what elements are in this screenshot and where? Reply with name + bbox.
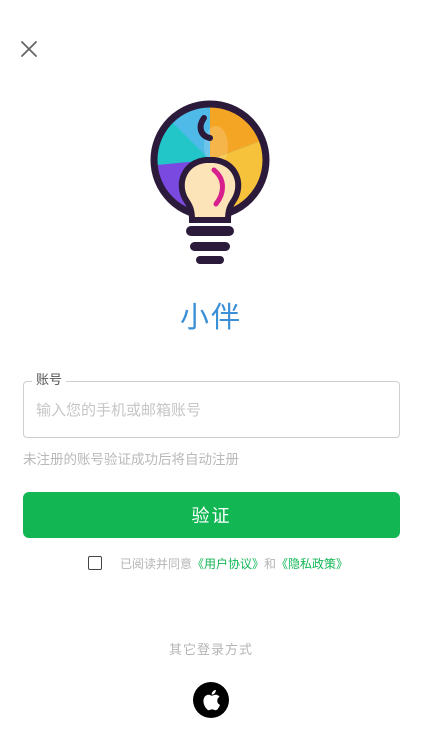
agreement-checkbox[interactable] <box>88 556 102 570</box>
apple-login-button[interactable] <box>193 682 229 718</box>
app-logo <box>146 96 274 268</box>
verify-button[interactable]: 验证 <box>23 492 400 538</box>
close-icon <box>21 41 37 57</box>
close-button[interactable] <box>18 38 40 60</box>
lightbulb-logo-icon <box>150 100 270 264</box>
privacy-policy-link[interactable]: 《隐私政策》 <box>276 557 348 571</box>
other-login-title: 其它登录方式 <box>168 643 253 658</box>
account-field[interactable]: 账号 <box>23 373 400 438</box>
agreement-and: 和 <box>264 556 277 571</box>
agreement-text: 已阅读并同意《用户协议》和《隐私政策》 <box>120 555 348 572</box>
agreement-prefix: 已阅读并同意 <box>120 556 193 571</box>
app-name-title: 小伴 <box>179 300 242 334</box>
apple-icon <box>203 689 220 711</box>
auto-register-hint: 未注册的账号验证成功后将自动注册 <box>23 452 239 468</box>
agreement-row: 已阅读并同意《用户协议》和《隐私政策》 <box>88 554 348 572</box>
user-agreement-link[interactable]: 《用户协议》 <box>192 557 264 571</box>
account-input[interactable] <box>36 382 386 437</box>
